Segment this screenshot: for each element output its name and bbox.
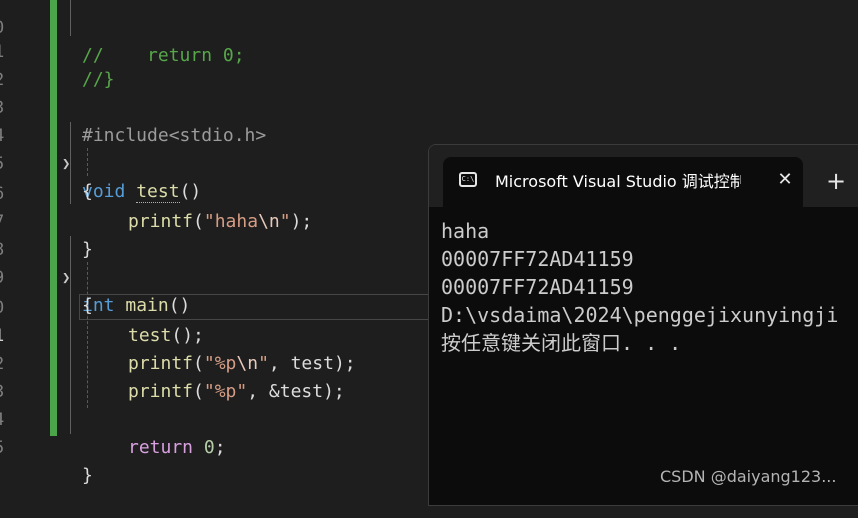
number-literal: 0 [203,437,215,458]
code-line[interactable]: 4 ❯ void test() [0,94,858,203]
line-number: 5 [0,434,12,462]
code-line[interactable]: 2 [0,38,858,90]
debug-console-window[interactable]: C:\ Microsoft Visual Studio 调试控制台 ✕ + ha… [428,144,858,506]
csdn-watermark: CSDN @daiyang123... [660,467,837,486]
console-output-line: 00007FF72AD41159 [441,247,634,271]
console-output-line: D:\vsdaima\2024\penggejixunyingji [441,303,839,327]
terminal-icon: C:\ [459,172,477,187]
tab-title: Microsoft Visual Studio 调试控制台 [495,172,741,191]
close-icon[interactable]: ✕ [775,169,795,191]
console-output-line: 按任意键关闭此窗口. . . [441,331,682,355]
console-output-line: 00007FF72AD41159 [441,275,634,299]
console-output-line: haha [441,219,490,243]
console-tab[interactable]: C:\ Microsoft Visual Studio 调试控制台 ✕ [443,157,803,207]
new-tab-plus-icon[interactable]: + [825,169,847,193]
code-line[interactable]: 1 //} [0,10,858,90]
punctuation: ; [214,437,226,458]
keyword-return: return [128,437,194,458]
console-titlebar[interactable]: C:\ Microsoft Visual Studio 调试控制台 ✕ + [429,145,858,207]
code-line[interactable]: 3 #include<stdio.h> [0,66,858,146]
brace: } [82,465,93,486]
